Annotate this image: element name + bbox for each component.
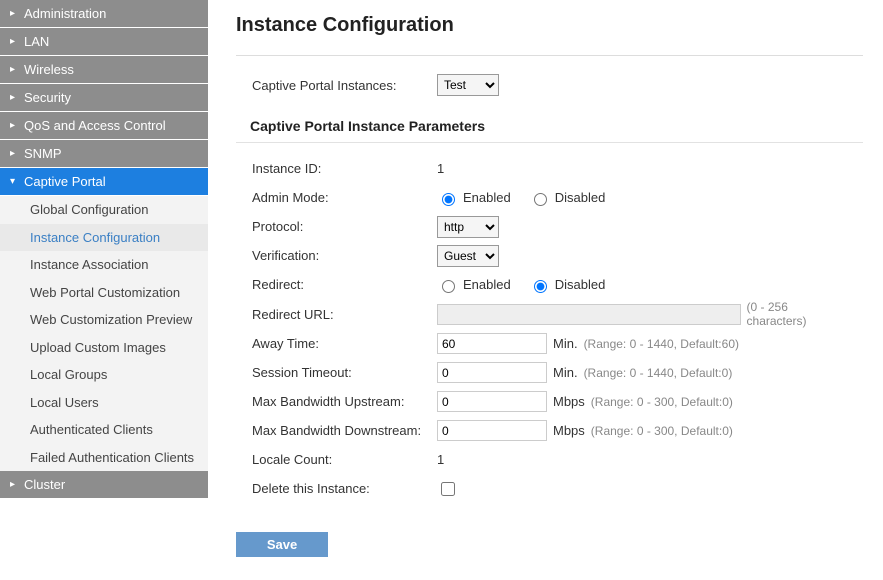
subnav-authenticated-clients[interactable]: Authenticated Clients bbox=[0, 416, 208, 444]
mbd-input[interactable] bbox=[437, 420, 547, 441]
chevron-right-icon: ▸ bbox=[10, 479, 20, 490]
page-title: Instance Configuration bbox=[236, 14, 863, 37]
chevron-right-icon: ▸ bbox=[10, 148, 20, 159]
sidebar-item-label: Security bbox=[24, 90, 71, 105]
admin-mode-enabled-radio[interactable] bbox=[442, 193, 455, 206]
mbu-unit: Mbps bbox=[553, 394, 585, 409]
instance-selector-row: Captive Portal Instances: Test bbox=[236, 56, 863, 110]
sidebar-item-qos[interactable]: ▸ QoS and Access Control bbox=[0, 112, 208, 140]
away-time-label: Away Time: bbox=[252, 336, 437, 351]
subnav-global-configuration[interactable]: Global Configuration bbox=[0, 196, 208, 224]
subnav-web-customization-preview[interactable]: Web Customization Preview bbox=[0, 306, 208, 334]
instance-id-label: Instance ID: bbox=[252, 161, 437, 176]
sidebar-item-security[interactable]: ▸ Security bbox=[0, 84, 208, 112]
mbu-label: Max Bandwidth Upstream: bbox=[252, 394, 437, 409]
mbd-label: Max Bandwidth Downstream: bbox=[252, 423, 437, 438]
save-button[interactable]: Save bbox=[236, 532, 328, 557]
instance-id-value: 1 bbox=[437, 161, 444, 176]
instance-selector-label: Captive Portal Instances: bbox=[252, 78, 437, 93]
sidebar-item-captive-portal[interactable]: ▾ Captive Portal bbox=[0, 168, 208, 196]
sidebar-item-label: Cluster bbox=[24, 477, 65, 492]
chevron-right-icon: ▸ bbox=[10, 92, 20, 103]
redirect-url-input bbox=[437, 304, 741, 325]
mbd-range: (Range: 0 - 300, Default:0) bbox=[591, 424, 733, 438]
subnav-local-users[interactable]: Local Users bbox=[0, 389, 208, 417]
sidebar-item-label: Captive Portal bbox=[24, 174, 106, 189]
session-range: (Range: 0 - 1440, Default:0) bbox=[584, 366, 733, 380]
sidebar-item-cluster[interactable]: ▸ Cluster bbox=[0, 471, 208, 499]
verification-select[interactable]: Guest bbox=[437, 245, 499, 267]
protocol-label: Protocol: bbox=[252, 219, 437, 234]
mbd-unit: Mbps bbox=[553, 423, 585, 438]
admin-mode-radio-group: Enabled Disabled bbox=[437, 190, 605, 206]
subnav-instance-configuration[interactable]: Instance Configuration bbox=[0, 224, 208, 252]
verification-label: Verification: bbox=[252, 248, 437, 263]
away-time-range: (Range: 0 - 1440, Default:60) bbox=[584, 337, 739, 351]
sidebar: ▸ Administration ▸ LAN ▸ Wireless ▸ Secu… bbox=[0, 0, 208, 577]
radio-label: Disabled bbox=[555, 190, 606, 205]
mbu-input[interactable] bbox=[437, 391, 547, 412]
away-time-unit: Min. bbox=[553, 336, 578, 351]
sidebar-item-wireless[interactable]: ▸ Wireless bbox=[0, 56, 208, 84]
chevron-down-icon: ▾ bbox=[10, 176, 20, 187]
radio-label: Disabled bbox=[555, 277, 606, 292]
delete-instance-label: Delete this Instance: bbox=[252, 481, 437, 496]
redirect-radio-group: Enabled Disabled bbox=[437, 277, 605, 293]
sidebar-item-label: Wireless bbox=[24, 62, 74, 77]
session-unit: Min. bbox=[553, 365, 578, 380]
parameters-form: Instance ID: 1 Admin Mode: Enabled Disab… bbox=[236, 143, 863, 514]
sidebar-item-label: Administration bbox=[24, 6, 106, 21]
redirect-url-label: Redirect URL: bbox=[252, 307, 437, 322]
delete-instance-checkbox[interactable] bbox=[441, 482, 455, 496]
away-time-input[interactable] bbox=[437, 333, 547, 354]
radio-label: Enabled bbox=[463, 190, 511, 205]
subnav-local-groups[interactable]: Local Groups bbox=[0, 361, 208, 389]
subnav-web-portal-customization[interactable]: Web Portal Customization bbox=[0, 279, 208, 307]
sidebar-item-snmp[interactable]: ▸ SNMP bbox=[0, 140, 208, 168]
chevron-right-icon: ▸ bbox=[10, 120, 20, 131]
main-content: Instance Configuration Captive Portal In… bbox=[208, 0, 883, 577]
session-timeout-input[interactable] bbox=[437, 362, 547, 383]
instance-selector[interactable]: Test bbox=[437, 74, 499, 96]
redirect-enabled-radio[interactable] bbox=[442, 280, 455, 293]
subnav-upload-custom-images[interactable]: Upload Custom Images bbox=[0, 334, 208, 362]
radio-label: Enabled bbox=[463, 277, 511, 292]
redirect-disabled-radio[interactable] bbox=[534, 280, 547, 293]
locale-count-value: 1 bbox=[437, 452, 444, 467]
admin-mode-disabled-radio[interactable] bbox=[534, 193, 547, 206]
chevron-right-icon: ▸ bbox=[10, 64, 20, 75]
subnav-failed-authentication-clients[interactable]: Failed Authentication Clients bbox=[0, 444, 208, 472]
sidebar-item-lan[interactable]: ▸ LAN bbox=[0, 28, 208, 56]
protocol-select[interactable]: http bbox=[437, 216, 499, 238]
button-bar: Save bbox=[236, 532, 863, 557]
sidebar-item-label: SNMP bbox=[24, 146, 62, 161]
config-panel: Captive Portal Instances: Test Captive P… bbox=[236, 55, 863, 514]
subnav-instance-association[interactable]: Instance Association bbox=[0, 251, 208, 279]
chevron-right-icon: ▸ bbox=[10, 36, 20, 47]
sidebar-item-administration[interactable]: ▸ Administration bbox=[0, 0, 208, 28]
sidebar-item-label: LAN bbox=[24, 34, 49, 49]
mbu-range: (Range: 0 - 300, Default:0) bbox=[591, 395, 733, 409]
session-timeout-label: Session Timeout: bbox=[252, 365, 437, 380]
parameters-header: Captive Portal Instance Parameters bbox=[236, 110, 863, 143]
chevron-right-icon: ▸ bbox=[10, 8, 20, 19]
redirect-label: Redirect: bbox=[252, 277, 437, 292]
redirect-url-hint: (0 - 256 characters) bbox=[747, 300, 849, 328]
sidebar-item-label: QoS and Access Control bbox=[24, 118, 166, 133]
sidebar-submenu: Global Configuration Instance Configurat… bbox=[0, 196, 208, 471]
locale-count-label: Locale Count: bbox=[252, 452, 437, 467]
admin-mode-label: Admin Mode: bbox=[252, 190, 437, 205]
